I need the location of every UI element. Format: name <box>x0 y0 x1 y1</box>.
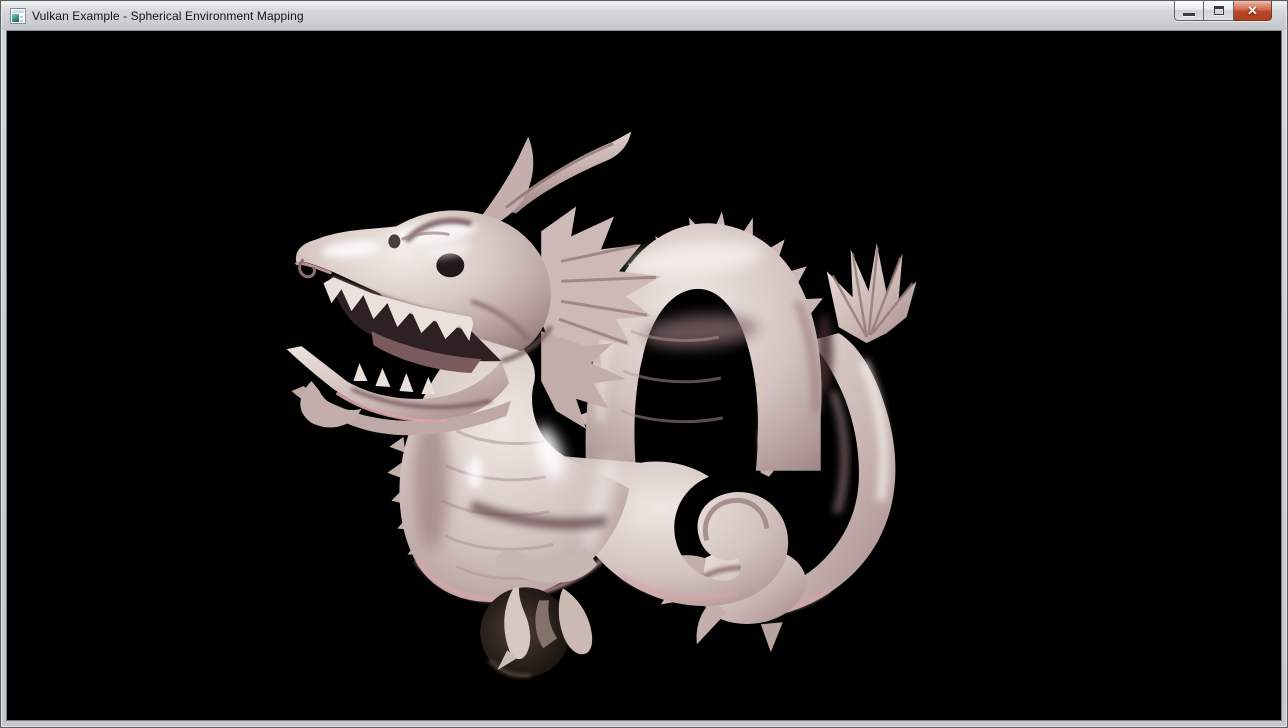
dragon-render <box>7 31 1281 720</box>
maximize-icon <box>1214 6 1224 15</box>
minimize-button[interactable] <box>1174 1 1204 21</box>
window-controls: ✕ <box>1174 1 1272 21</box>
window-title: Vulkan Example - Spherical Environment M… <box>32 9 304 23</box>
application-window-icon[interactable] <box>10 8 26 24</box>
close-icon: ✕ <box>1247 4 1258 17</box>
render-viewport[interactable] <box>6 30 1282 721</box>
tail-tuft <box>827 243 917 343</box>
minimize-icon <box>1183 13 1195 16</box>
titlebar[interactable]: Vulkan Example - Spherical Environment M… <box>2 2 1286 30</box>
far-eye <box>388 234 400 248</box>
close-button[interactable]: ✕ <box>1234 1 1272 21</box>
dragon-model <box>287 132 917 677</box>
maximize-button[interactable] <box>1204 1 1234 21</box>
lower-teeth <box>353 363 435 394</box>
horns <box>481 132 631 224</box>
app-window: Vulkan Example - Spherical Environment M… <box>0 0 1288 728</box>
